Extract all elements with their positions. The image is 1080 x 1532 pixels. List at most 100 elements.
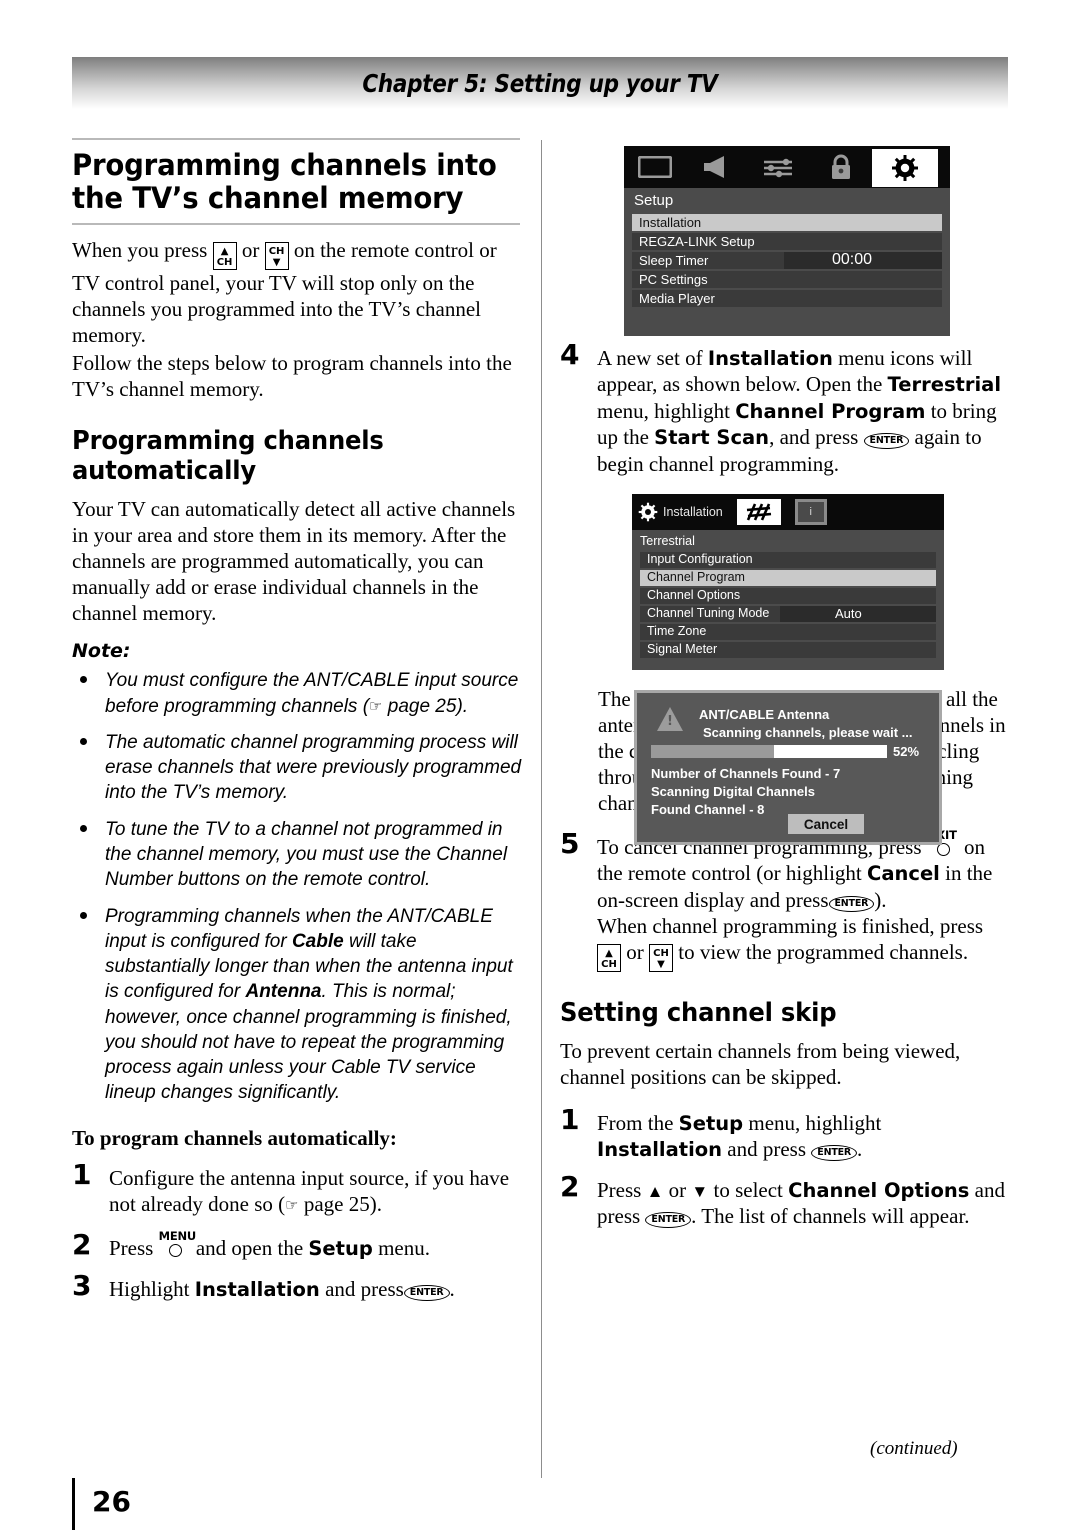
step-emphasis-installation: Installation	[707, 347, 833, 370]
step-number: 2	[560, 1169, 580, 1203]
note-emphasis-cable: Cable	[291, 930, 344, 952]
skip-step-2: 2 Press ▲ or ▼ to select Channel Options…	[560, 1172, 1010, 1230]
step-text: A new set of Installation menu icons wil…	[597, 346, 1001, 476]
step-text: Highlight Installation and press ENTER.	[109, 1277, 455, 1301]
step-2: 2 Press MENU and open the Setup menu.	[72, 1229, 524, 1261]
dialog-line-found-channel: Found Channel - 8	[651, 802, 765, 817]
osd-row-label: Channel Tuning Mode	[647, 606, 770, 620]
step-number: 3	[72, 1268, 92, 1302]
step-text-f: or	[626, 940, 644, 965]
section-heading-channel-skip: Setting channel skip	[560, 998, 837, 1029]
setup-gear-icon	[638, 502, 658, 522]
step-text-e: , and press	[769, 425, 859, 450]
step-text-c: .	[449, 1276, 455, 1301]
step-text-b: and press	[325, 1276, 404, 1301]
bullet-icon	[80, 824, 87, 832]
dialog-line-scanning-digital: Scanning Digital Channels	[651, 784, 815, 799]
step-text-a: Highlight	[109, 1276, 190, 1301]
step-1: 1 Configure the antenna input source, if…	[72, 1160, 524, 1218]
step-emphasis-setup: Setup	[308, 1237, 373, 1261]
bullet-icon	[80, 676, 87, 684]
dialog-line-channels-found: Number of Channels Found - 7	[651, 766, 841, 781]
note-emphasis-antenna: Antenna	[245, 981, 322, 1003]
step-emphasis-setup: Setup	[678, 1112, 744, 1136]
intro-or: or	[241, 238, 260, 263]
step-text-d: ).	[874, 887, 887, 912]
section-heading-automatic: Programming channels automatically	[72, 426, 384, 487]
ch-up-label: CH	[216, 257, 233, 269]
ch-up-arrow: ▲	[220, 246, 229, 258]
step-emphasis-cancel: Cancel	[867, 862, 940, 886]
osd-row-label: Input Configuration	[647, 552, 753, 566]
osd-row-signal-meter[interactable]: Signal Meter	[640, 642, 936, 658]
arrow-down-icon: ▼	[691, 1181, 709, 1201]
scan-progress-fill	[651, 745, 774, 758]
step-3: 3 Highlight Installation and press ENTER.	[72, 1271, 524, 1302]
left-column: Programming channels into the TV’s chann…	[72, 138, 524, 1315]
list-item: The automatic channel programming proces…	[72, 730, 524, 806]
step-text-b: page 25).	[303, 1191, 382, 1216]
continued-label: (continued)	[870, 1438, 958, 1459]
ch-down-key-icon: CH ▼	[264, 242, 289, 271]
enter-key-icon: ENTER	[811, 1145, 858, 1162]
step-4: 4 A new set of Installation menu icons w…	[560, 341, 1010, 477]
ch-down-label: CH	[268, 246, 285, 258]
osd-row-channel-program[interactable]: Channel Program	[640, 570, 936, 586]
chapter-title: Chapter 5: Setting up your TV	[362, 68, 718, 98]
step-emphasis-installation: Installation	[597, 1138, 723, 1162]
list-item: To tune the TV to a channel not programm…	[72, 817, 524, 893]
list-item: You must configure the ANT/CABLE input s…	[72, 668, 524, 719]
osd-row-channel-options[interactable]: Channel Options	[640, 588, 936, 604]
page-header-band: Chapter 5: Setting up your TV	[72, 57, 1008, 109]
step-text-e: When channel programming is finished, pr…	[597, 913, 984, 938]
scan-progress-percent: 52%	[893, 744, 920, 759]
step-5: 5 To cancel channel programming, press E…	[560, 828, 1010, 973]
information-icon[interactable]: i	[794, 499, 827, 525]
ch-up-key-icon: ▲ CH	[212, 242, 237, 271]
step-text-or: or	[668, 1177, 687, 1202]
scanning-dialog: ANT/CABLE Antenna Scanning channels, ple…	[634, 690, 942, 845]
enter-key-icon: ENTER	[828, 895, 875, 912]
ch-up-arrow: ▲	[605, 948, 613, 960]
step-text-a: A new set of	[597, 346, 703, 370]
intro-text-a: When you press	[72, 238, 208, 263]
intro-paragraph-2: Follow the steps below to program channe…	[72, 351, 512, 402]
menu-key-label: MENU	[158, 1229, 197, 1244]
installation-tab[interactable]: Installation	[638, 502, 723, 522]
pointing-hand-icon: ☞	[369, 696, 383, 715]
cancel-button[interactable]: Cancel	[788, 814, 864, 834]
step-number: 1	[72, 1157, 92, 1191]
osd-row-time-zone[interactable]: Time Zone	[640, 624, 936, 640]
ch-down-label: CH	[653, 948, 669, 960]
menu-key-circle	[168, 1244, 182, 1258]
step-text-b: to select	[713, 1177, 783, 1202]
step-text: Press ▲ or ▼ to select Channel Options a…	[597, 1177, 1005, 1229]
osd-row-input-configuration[interactable]: Input Configuration	[640, 552, 936, 568]
ch-down-key-icon: CH ▼	[649, 944, 673, 973]
osd-row-channel-tuning-mode[interactable]: Channel Tuning Mode Auto	[640, 606, 936, 622]
ch-down-arrow: ▼	[272, 257, 281, 269]
enter-key-icon: ENTER	[863, 433, 910, 450]
pointing-hand-icon: ☞	[285, 1195, 299, 1214]
ch-up-key-icon: ▲ CH	[597, 944, 621, 973]
page-number-rule	[72, 1478, 75, 1530]
osd-row-value: Auto	[835, 606, 862, 621]
note-text: The automatic channel programming proces…	[105, 731, 522, 804]
note-text: To tune the TV to a channel not programm…	[105, 818, 508, 891]
terrestrial-antenna-icon[interactable]	[736, 499, 781, 525]
step-emphasis-channel-program: Channel Program	[735, 399, 926, 423]
ch-up-label: CH	[601, 959, 617, 971]
list-item: Programming channels when the ANT/CABLE …	[72, 904, 524, 1106]
step-emphasis-channel-options: Channel Options	[788, 1178, 970, 1202]
step-text-a: Press	[597, 1177, 642, 1202]
osd-submenu-title: Terrestrial	[640, 534, 695, 548]
osd-row-label: Channel Program	[647, 570, 745, 584]
enter-key-icon: ENTER	[403, 1284, 450, 1301]
step-text-a: Press	[109, 1236, 154, 1261]
note-label: Note:	[72, 640, 131, 663]
step-emphasis-terrestrial: Terrestrial	[887, 373, 1002, 397]
subheading-to-program: To program channels automatically:	[72, 1125, 397, 1150]
step-text-d: .	[857, 1137, 863, 1162]
step-text: To cancel channel programming, press EXI…	[597, 828, 992, 973]
intro-paragraph: When you press ▲ CH or CH ▼ on the remote …	[72, 237, 524, 348]
